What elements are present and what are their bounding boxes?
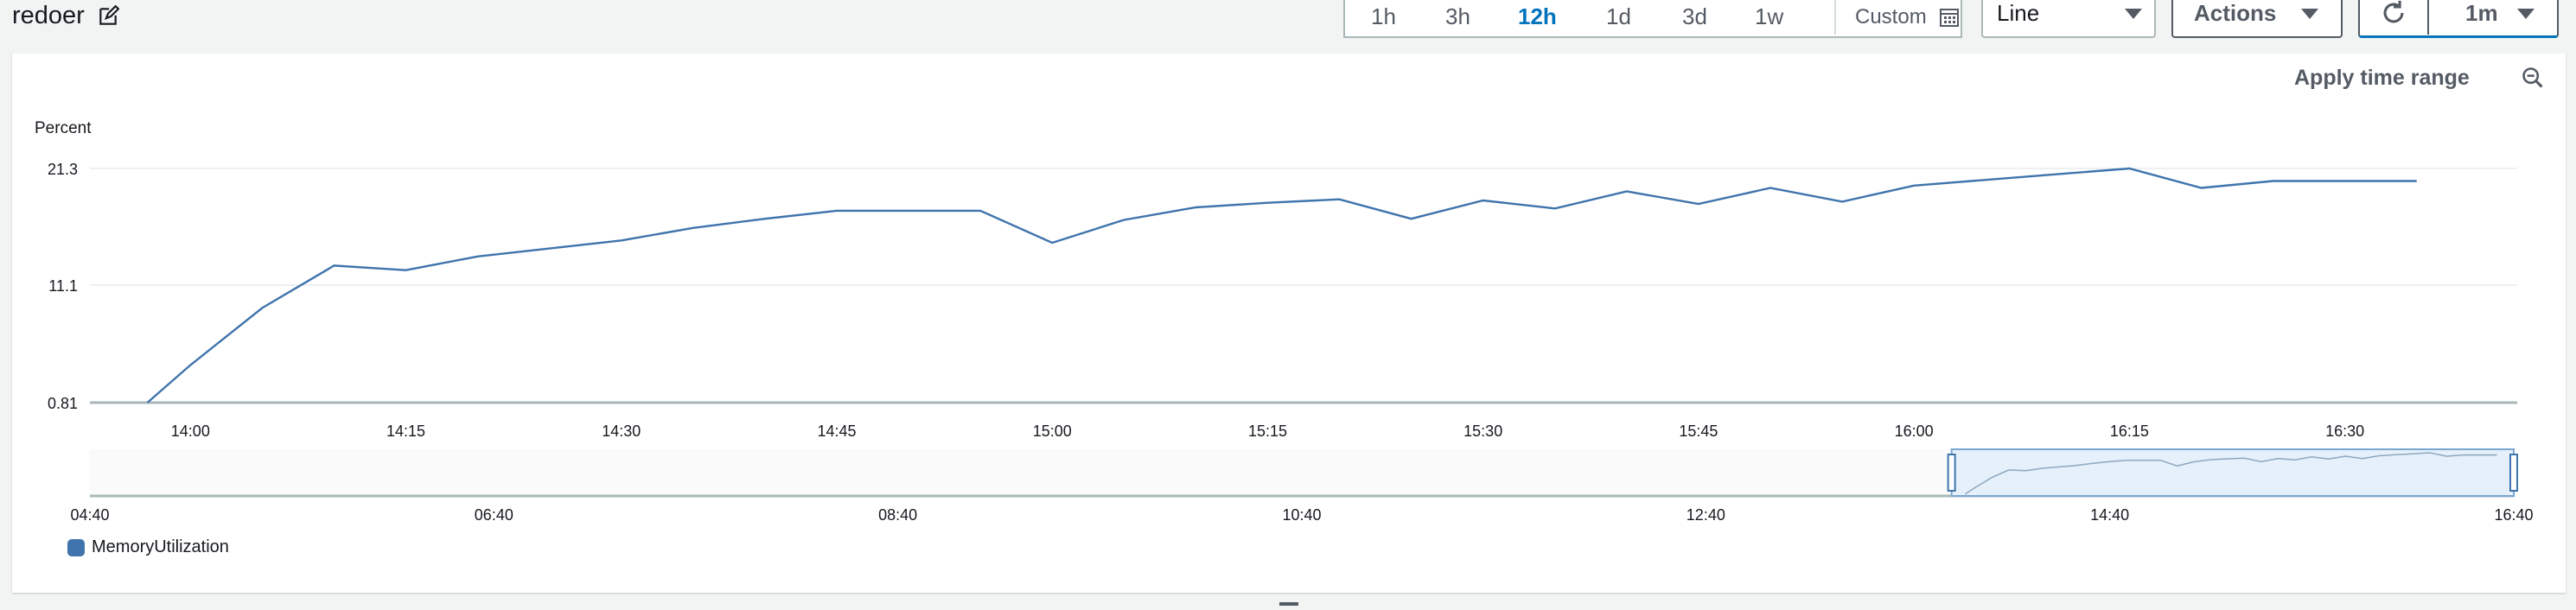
x-tick-label: 15:30 xyxy=(1463,423,1502,440)
overview-tick-label: 08:40 xyxy=(878,506,917,524)
overview-tick-label: 04:40 xyxy=(70,506,109,524)
overview-tick-label: 14:40 xyxy=(2090,506,2129,524)
legend-swatch xyxy=(67,538,85,556)
resize-handle[interactable] xyxy=(1279,602,1298,606)
overview-tick-label: 06:40 xyxy=(475,506,513,524)
overview-handle-left xyxy=(1947,454,1956,492)
y-tick-label: 0.81 xyxy=(48,395,78,412)
overview-tick-label: 16:40 xyxy=(2494,506,2533,524)
x-tick-label: 16:15 xyxy=(2110,423,2149,440)
x-tick-label: 14:45 xyxy=(817,423,856,440)
x-tick-label: 15:00 xyxy=(1033,423,1072,440)
x-tick-label: 14:00 xyxy=(171,423,210,440)
overview-tick-label: 12:40 xyxy=(1687,506,1725,524)
y-tick-label: 11.1 xyxy=(48,277,78,295)
y-tick-label: 21.3 xyxy=(48,161,78,178)
overview-tick-label: 10:40 xyxy=(1282,506,1321,524)
x-tick-label: 15:15 xyxy=(1248,423,1287,440)
memory-utilization-chart: 21.3 11.1 0.81 14:00 14:15 14:30 14:45 15:00 15:… xyxy=(48,161,2534,524)
overview-handle-right xyxy=(2509,454,2518,492)
x-tick-label: 16:00 xyxy=(1895,423,1934,440)
x-tick-label: 15:45 xyxy=(1679,423,1718,440)
x-tick-label: 14:30 xyxy=(602,423,641,440)
overview-selection xyxy=(1950,448,2515,497)
chart-legend: MemoryUtilization xyxy=(67,537,229,557)
x-tick-label: 14:15 xyxy=(386,423,425,440)
x-tick-label: 16:30 xyxy=(2325,423,2364,440)
legend-item-memoryutilization[interactable]: MemoryUtilization xyxy=(92,537,229,557)
